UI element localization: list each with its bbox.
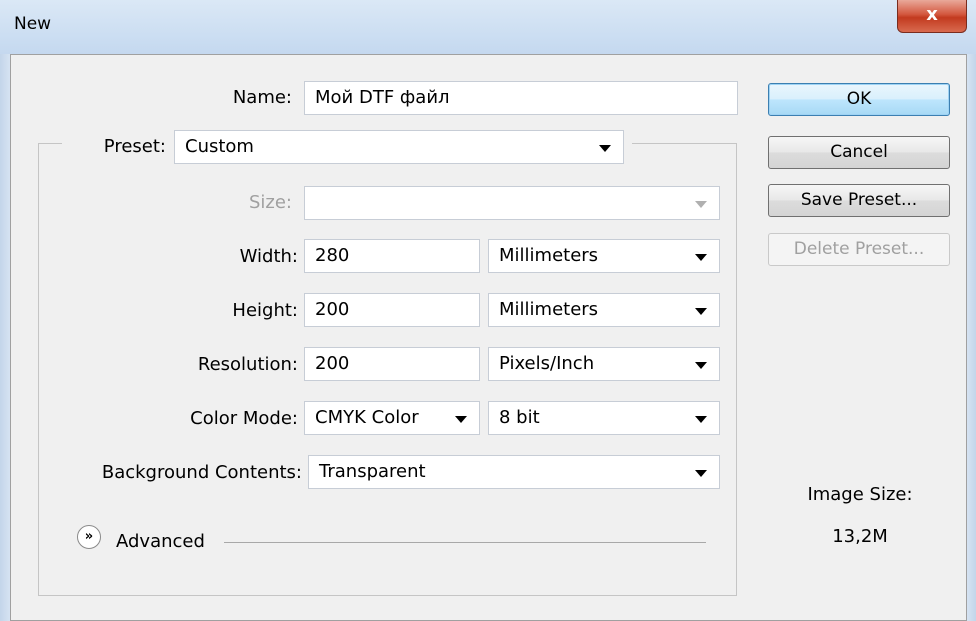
height-unit-select[interactable]: Millimeters	[488, 293, 720, 327]
chevron-down-icon	[455, 416, 467, 423]
name-label: Name:	[232, 87, 292, 108]
size-select[interactable]	[304, 186, 720, 220]
height-input[interactable]: 200	[304, 293, 480, 327]
close-icon: x	[926, 4, 938, 25]
chevron-down-icon	[695, 416, 707, 423]
chevron-down-icon	[599, 145, 611, 152]
background-contents-select[interactable]: Transparent	[308, 455, 720, 489]
preset-select[interactable]: Custom	[174, 130, 624, 164]
color-mode-select[interactable]: CMYK Color	[304, 401, 480, 435]
color-mode-value: CMYK Color	[315, 407, 419, 428]
height-label: Height:	[232, 300, 298, 321]
delete-preset-button[interactable]: Delete Preset...	[768, 233, 950, 266]
advanced-toggle-label[interactable]: Advanced	[116, 530, 205, 554]
image-size-value: 13,2M	[832, 526, 888, 547]
background-contents-value: Transparent	[319, 461, 426, 482]
width-unit-value: Millimeters	[499, 245, 599, 266]
resolution-label: Resolution:	[197, 354, 298, 375]
advanced-divider	[224, 542, 706, 543]
window-frame-left	[0, 54, 10, 621]
background-contents-label: Background Contents:	[101, 462, 302, 483]
resolution-unit-value: Pixels/Inch	[499, 353, 595, 374]
chevron-double-down-icon[interactable]: »	[77, 525, 101, 549]
preset-label: Preset:	[103, 136, 166, 157]
chevron-down-icon	[695, 254, 707, 261]
bit-depth-value: 8 bit	[499, 407, 540, 428]
color-mode-label: Color Mode:	[190, 408, 298, 429]
image-size-label: Image Size:	[807, 484, 913, 505]
size-label: Size:	[248, 192, 292, 213]
chevron-down-icon	[695, 362, 707, 369]
close-button[interactable]: x	[897, 0, 967, 33]
width-input[interactable]: 280	[304, 239, 480, 273]
resolution-input[interactable]: 200	[304, 347, 480, 381]
window-title: New	[14, 14, 52, 34]
resolution-unit-select[interactable]: Pixels/Inch	[488, 347, 720, 381]
chevron-down-icon	[695, 201, 707, 208]
chevron-down-icon	[695, 308, 707, 315]
preset-value: Custom	[185, 136, 254, 157]
cancel-button[interactable]: Cancel	[768, 136, 950, 169]
ok-button[interactable]: OK	[768, 83, 950, 116]
name-input[interactable]: Мой DTF файл	[304, 81, 738, 115]
chevron-down-icon	[695, 470, 707, 477]
save-preset-button[interactable]: Save Preset...	[768, 184, 950, 217]
width-unit-select[interactable]: Millimeters	[488, 239, 720, 273]
width-label: Width:	[239, 246, 298, 267]
bit-depth-select[interactable]: 8 bit	[488, 401, 720, 435]
height-unit-value: Millimeters	[499, 299, 599, 320]
window-frame-right	[967, 54, 976, 621]
